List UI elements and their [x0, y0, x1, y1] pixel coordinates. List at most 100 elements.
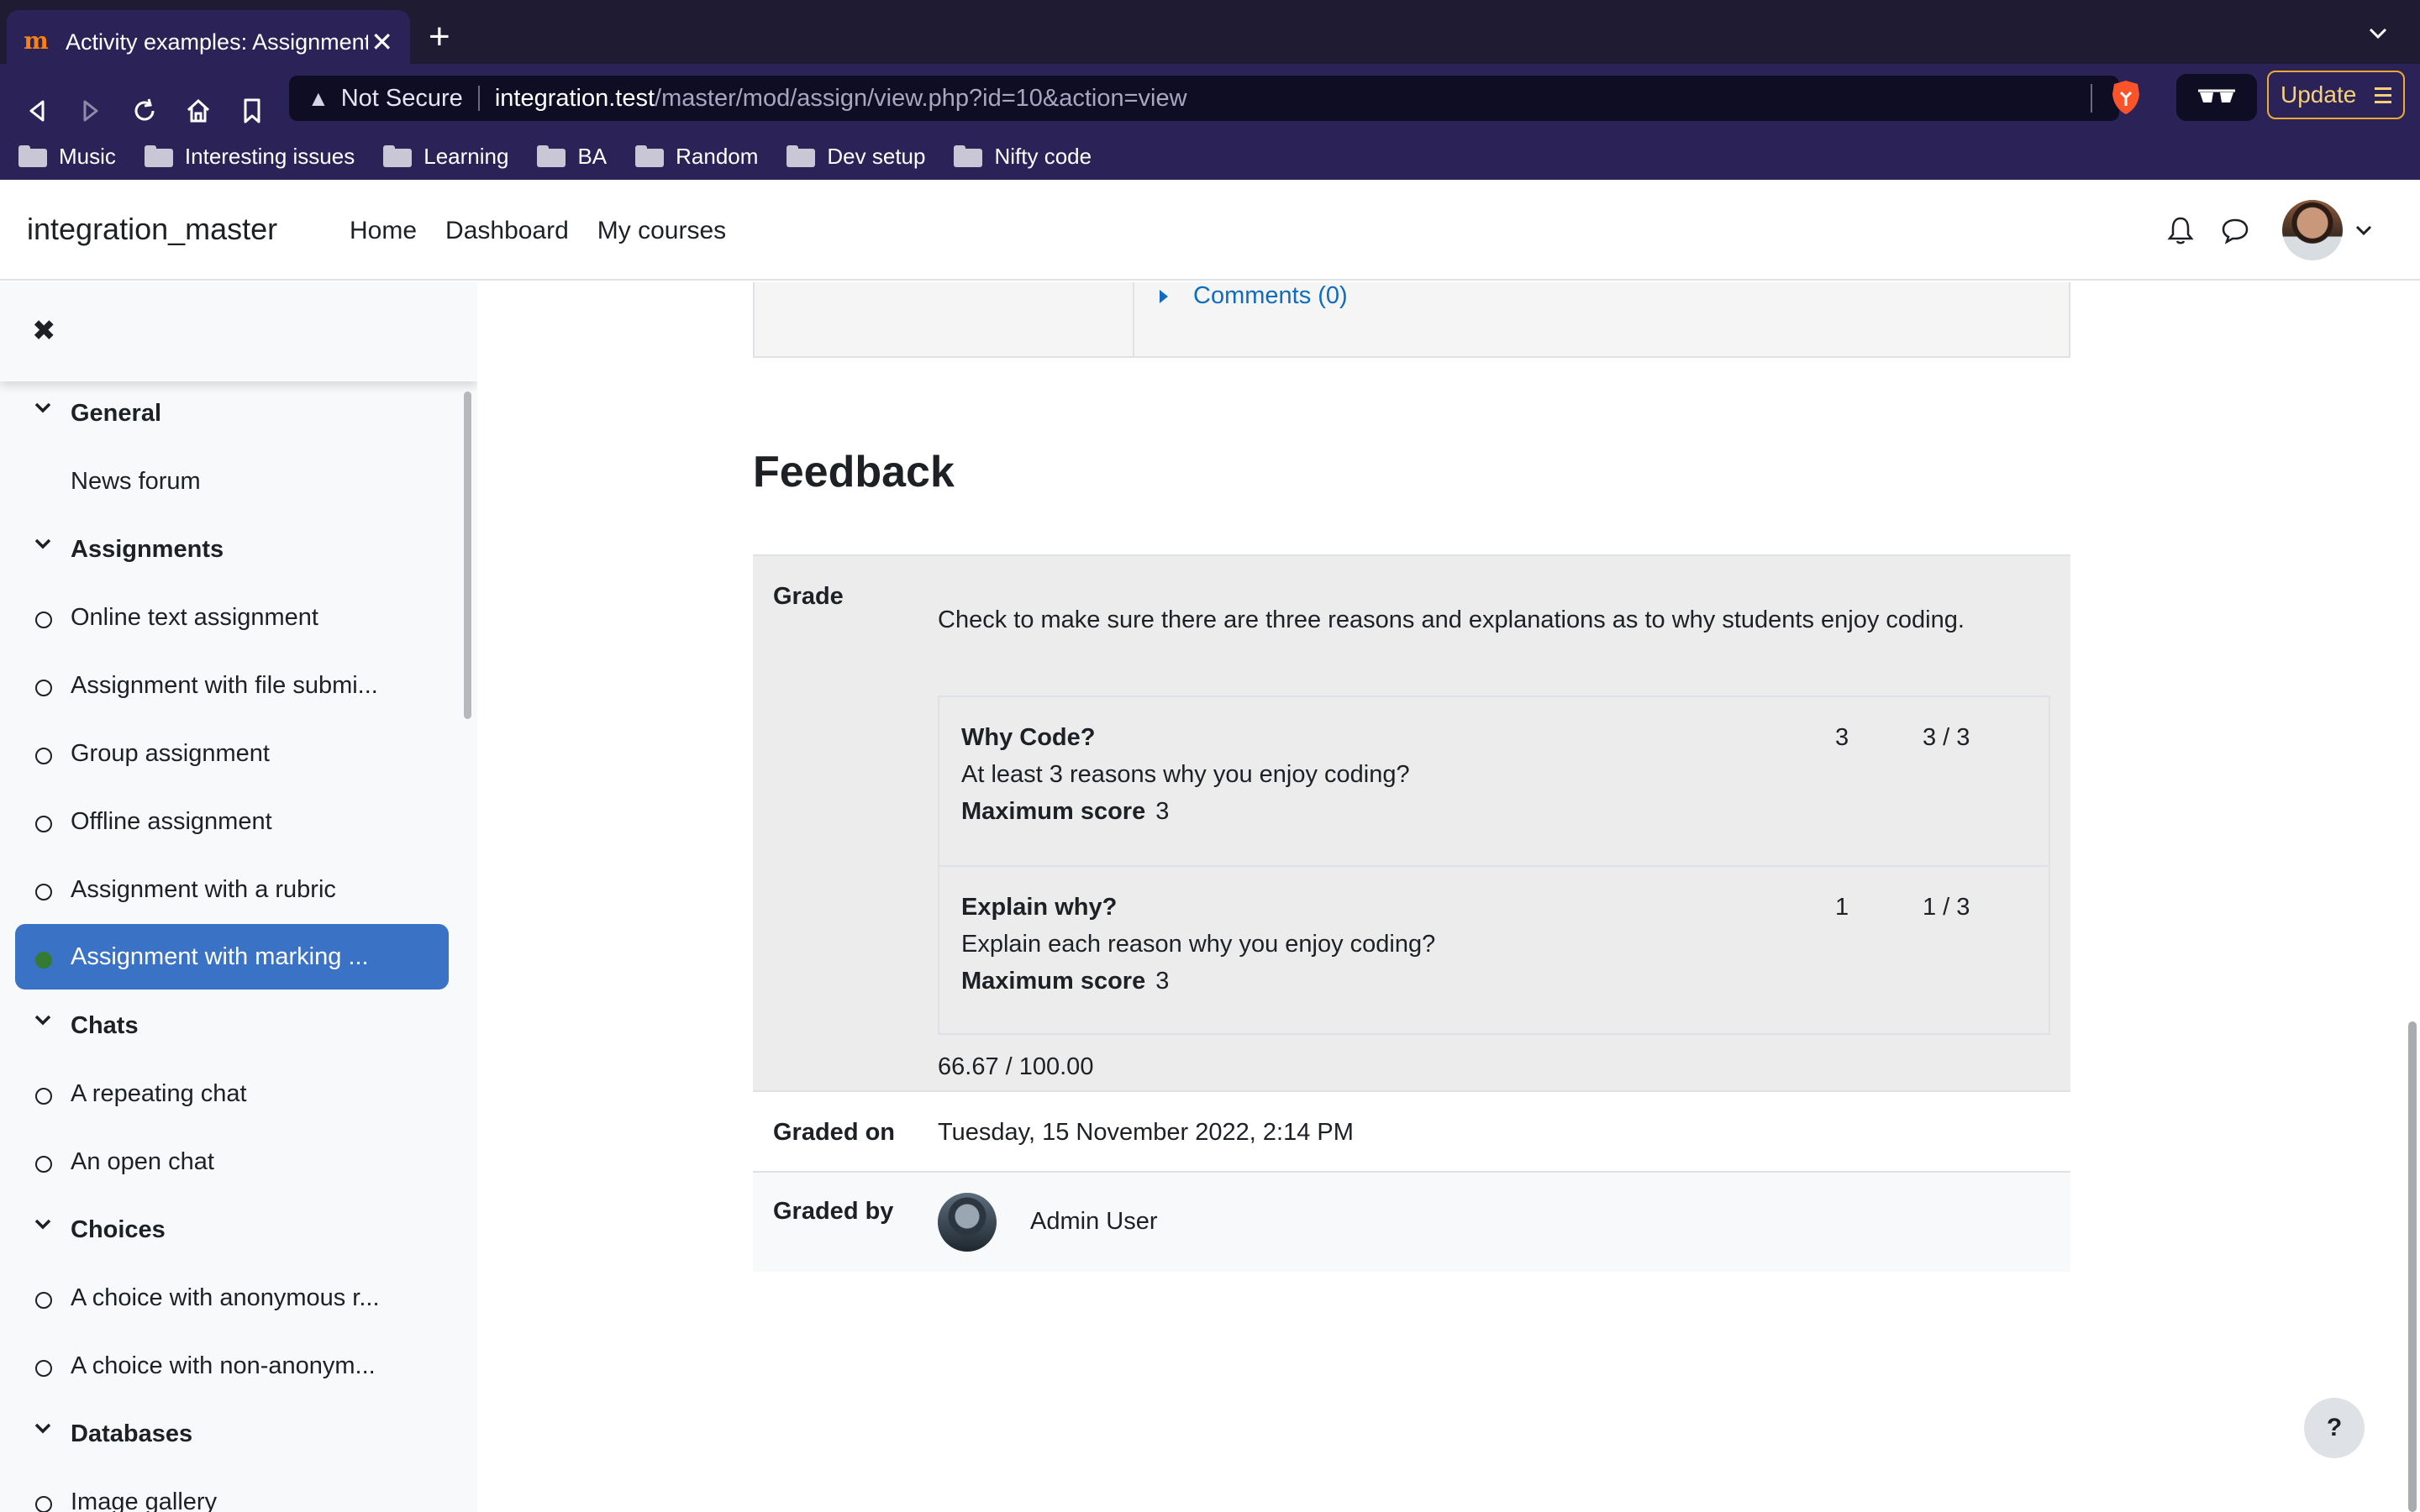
course-index-item[interactable]: Online text assignment [0, 584, 477, 652]
tab-list-chevron-icon[interactable] [2366, 22, 2390, 45]
course-index-item[interactable]: Offline assignment [0, 788, 477, 856]
course-index-item[interactable]: Group assignment [0, 720, 477, 788]
section-label[interactable]: Databases [71, 1420, 192, 1448]
url-host: integration.test [494, 84, 655, 112]
graded-by-label: Graded by [773, 1198, 894, 1225]
reload-icon[interactable] [126, 92, 163, 129]
folder-icon [954, 145, 983, 167]
bookmark-folder[interactable]: Nifty code [954, 144, 1092, 170]
forward-icon[interactable] [72, 92, 109, 129]
folder-icon [786, 145, 816, 167]
course-index-item[interactable]: Image gallery [0, 1468, 477, 1512]
new-tab-icon[interactable]: + [429, 18, 450, 55]
security-status[interactable]: Not Secure [341, 85, 463, 113]
criterion-name: Why Code? [961, 724, 1096, 751]
chevron-down-icon[interactable] [34, 1218, 52, 1231]
user-menu-chevron-down-icon[interactable] [2354, 223, 2373, 237]
main-content: Comments (0) Feedback Grade Check to mak… [477, 282, 2420, 1512]
course-index-item[interactable]: Assignment with a rubric [0, 856, 477, 924]
section-label[interactable]: Choices [71, 1216, 166, 1244]
comments-link-label: Comments (0) [1193, 282, 1348, 309]
bookmark-folder[interactable]: Music [18, 144, 116, 170]
chevron-down-icon[interactable] [34, 1014, 52, 1027]
grade-total: 66.67 / 100.00 [938, 1053, 1094, 1080]
bookmark-folder-label: Nifty code [994, 143, 1092, 169]
grader-name[interactable]: Admin User [1030, 1208, 1158, 1236]
activity-label[interactable]: News forum [71, 468, 201, 496]
bookmark-folder[interactable]: Dev setup [786, 144, 925, 170]
feedback-heading: Feedback [753, 448, 955, 496]
tab-close-icon[interactable]: ✕ [371, 26, 393, 58]
course-index-item[interactable]: A repeating chat [0, 1060, 477, 1128]
comments-toggle-link[interactable]: Comments (0) [1160, 282, 1348, 310]
browser-tab-strip: m Activity examples: Assignment ✕ + [0, 0, 2420, 74]
course-index-section[interactable]: Choices [0, 1196, 477, 1264]
drawer-scrollbar[interactable] [464, 391, 471, 719]
max-score-value: 3 [1155, 968, 1170, 995]
section-label[interactable]: Assignments [71, 536, 224, 564]
reader-mode-glasses-icon[interactable] [2176, 74, 2257, 121]
course-index-item[interactable]: Assignment with file submi... [0, 652, 477, 720]
help-button[interactable]: ? [2304, 1398, 2365, 1458]
completion-status-icon [35, 1292, 52, 1309]
nav-dashboard[interactable]: Dashboard [445, 217, 569, 245]
activity-label[interactable]: Assignment with marking ... [71, 943, 398, 971]
bookmark-folder[interactable]: Random [635, 144, 758, 170]
grader-avatar[interactable] [938, 1193, 997, 1252]
course-index-item[interactable]: A choice with non-anonym... [0, 1332, 477, 1400]
messages-bubble-icon[interactable] [2220, 215, 2250, 245]
activity-label[interactable]: Assignment with file submi... [71, 672, 407, 700]
bookmark-folder[interactable]: Interesting issues [144, 143, 355, 170]
back-icon[interactable] [18, 92, 55, 129]
criterion-score-out-of: 3 / 3 [1923, 724, 1970, 751]
course-index-section[interactable]: Databases [0, 1400, 477, 1468]
course-index-section[interactable]: General [0, 380, 477, 448]
activity-label[interactable]: A repeating chat [71, 1080, 407, 1108]
course-index-item-active[interactable]: Assignment with marking ... [15, 924, 449, 990]
user-avatar[interactable] [2282, 200, 2343, 260]
completion-status-icon [35, 748, 52, 764]
bookmark-folder-label: Interesting issues [184, 143, 355, 169]
activity-label[interactable]: Image gallery [71, 1488, 407, 1512]
course-index-item[interactable]: An open chat [0, 1128, 477, 1196]
activity-label[interactable]: A choice with non-anonym... [71, 1352, 407, 1380]
chevron-down-icon[interactable] [34, 402, 52, 415]
course-index-item[interactable]: A choice with anonymous r... [0, 1264, 477, 1332]
section-label[interactable]: Chats [71, 1012, 139, 1040]
course-index-item[interactable]: News forum [0, 448, 477, 516]
primary-navigation: Home Dashboard My courses [350, 217, 726, 245]
brave-shield-icon[interactable] [2109, 79, 2143, 116]
activity-label[interactable]: A choice with anonymous r... [71, 1284, 407, 1312]
moodle-favicon-icon: m [24, 27, 49, 55]
address-bar[interactable]: ▲ Not Secure integration.test /master/mo… [289, 76, 2119, 121]
activity-label[interactable]: Offline assignment [71, 808, 407, 836]
bookmark-folder-label: BA [577, 143, 608, 169]
activity-label[interactable]: Group assignment [71, 740, 407, 768]
course-index-section[interactable]: Chats [0, 992, 477, 1060]
page-scrollbar[interactable] [2408, 1021, 2417, 1512]
drawer-header: ✖ [0, 282, 477, 381]
criterion-score-out-of: 1 / 3 [1923, 894, 1970, 921]
nav-my-courses[interactable]: My courses [597, 217, 726, 245]
course-index-section[interactable]: Assignments [0, 516, 477, 584]
criterion-row: Why Code? At least 3 reasons why you enj… [939, 697, 2049, 865]
activity-label[interactable]: An open chat [71, 1148, 407, 1176]
completion-status-icon [35, 816, 52, 832]
browser-update-button[interactable]: Update [2267, 71, 2405, 119]
chevron-down-icon[interactable] [34, 1422, 52, 1436]
activity-label[interactable]: Online text assignment [71, 604, 407, 632]
nav-home[interactable]: Home [350, 217, 417, 245]
criterion-name: Explain why? [961, 894, 1118, 921]
bookmark-folder[interactable]: Learning [383, 144, 508, 170]
activity-label[interactable]: Assignment with a rubric [71, 876, 407, 904]
criterion-max-score: Maximum score 3 [961, 968, 1169, 995]
site-name[interactable]: integration_master [27, 212, 277, 247]
folder-icon [383, 145, 413, 167]
notification-bell-icon[interactable] [2166, 215, 2195, 245]
bookmark-folder[interactable]: BA [537, 144, 607, 170]
home-icon[interactable] [180, 92, 217, 129]
close-drawer-icon[interactable]: ✖ [32, 314, 56, 348]
section-label[interactable]: General [71, 400, 161, 428]
chevron-down-icon[interactable] [34, 538, 52, 551]
bookmark-icon[interactable] [234, 92, 271, 129]
